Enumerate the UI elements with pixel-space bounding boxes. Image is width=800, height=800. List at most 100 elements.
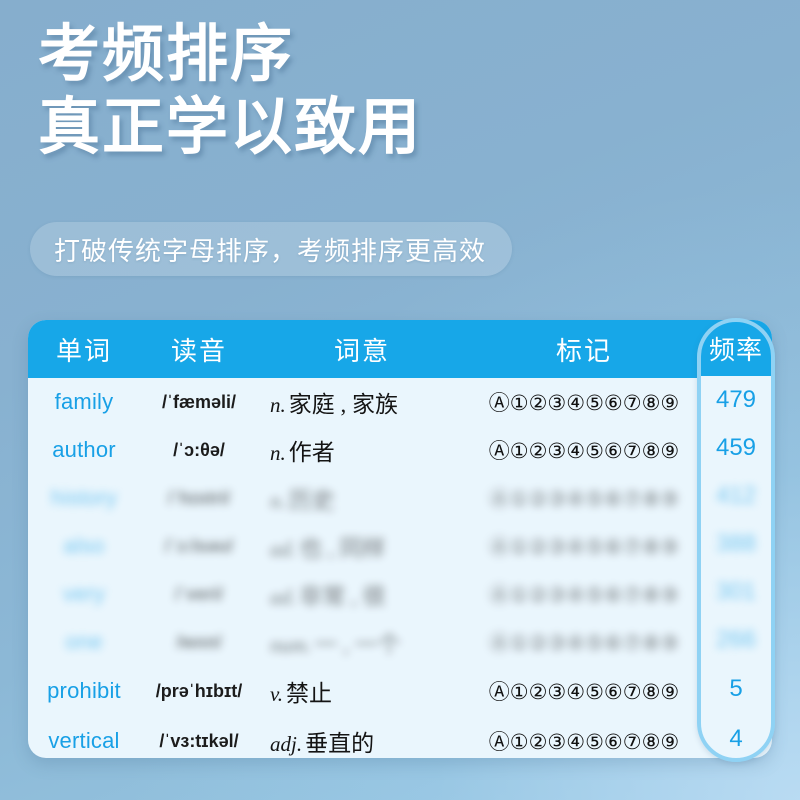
subtitle-text: 打破传统字母排序，考频排序更高效 — [54, 235, 487, 266]
table-header-row: 单词 读音 词意 标记 — [28, 320, 772, 378]
table-row: vertical/ˈvɜ:tɪkəl/adj. 垂直的 Ⓐ①②③④⑤⑥⑦⑧⑨ — [28, 716, 772, 758]
mark-circles: Ⓐ①②③④⑤⑥⑦⑧⑨ — [488, 439, 680, 463]
pronunciation-text: /prəˈhɪbɪt/ — [155, 680, 243, 701]
cell-pronunciation: /ˈvɜ:tɪkəl/ — [140, 731, 258, 752]
meaning-text: n. 历史 — [270, 488, 335, 513]
cell-mark: Ⓐ①②③④⑤⑥⑦⑧⑨ — [466, 483, 702, 513]
cell-word: vertical — [28, 728, 140, 754]
cell-mark: Ⓐ①②③④⑤⑥⑦⑧⑨ — [466, 387, 702, 417]
meaning-text: num. 一 , 一个 — [270, 632, 401, 657]
cell-word: one — [28, 629, 140, 655]
cell-meaning: n. 作者 — [258, 433, 466, 467]
word-text: author — [52, 437, 116, 462]
cell-pronunciation: /wʌn/ — [140, 632, 258, 653]
mark-circles: Ⓐ①②③④⑤⑥⑦⑧⑨ — [488, 535, 680, 559]
cell-pronunciation: /ˈfæməli/ — [140, 392, 258, 413]
meaning-chinese: 垂直的 — [305, 731, 375, 756]
meaning-chinese: 历史 — [288, 488, 335, 513]
cell-word: history — [28, 485, 140, 511]
cell-word: prohibit — [28, 678, 140, 704]
mark-circles: Ⓐ①②③④⑤⑥⑦⑧⑨ — [488, 680, 680, 704]
meaning-text: v. 禁止 — [270, 681, 332, 706]
pronunciation-text: /ˈɔ:lsəʊ/ — [164, 535, 234, 556]
table-row: one/wʌn/num. 一 , 一个 Ⓐ①②③④⑤⑥⑦⑧⑨ — [28, 618, 772, 666]
word-text: family — [54, 389, 114, 414]
word-text: history — [50, 485, 118, 510]
cell-word: family — [28, 389, 140, 415]
cell-pronunciation: /ˈhɪstri/ — [140, 488, 258, 509]
cell-mark: Ⓐ①②③④⑤⑥⑦⑧⑨ — [466, 726, 702, 756]
cell-word: very — [28, 581, 140, 607]
part-of-speech: n. — [270, 393, 286, 417]
cell-pronunciation: /ˈveri/ — [140, 584, 258, 605]
part-of-speech: v. — [270, 682, 284, 706]
cell-word: also — [28, 533, 140, 559]
mark-circles: Ⓐ①②③④⑤⑥⑦⑧⑨ — [488, 487, 680, 511]
pronunciation-text: /ˈfæməli/ — [161, 391, 236, 412]
table-row: very/ˈveri/ad. 非常 , 很 Ⓐ①②③④⑤⑥⑦⑧⑨ — [28, 570, 772, 618]
meaning-text: adj. 垂直的 — [270, 731, 374, 756]
table-row: also/ˈɔ:lsəʊ/ad. 也 , 同样 Ⓐ①②③④⑤⑥⑦⑧⑨ — [28, 522, 772, 570]
cell-mark: Ⓐ①②③④⑤⑥⑦⑧⑨ — [466, 676, 702, 706]
cell-pronunciation: /ˈɔ:lsəʊ/ — [140, 536, 258, 557]
cell-mark: Ⓐ①②③④⑤⑥⑦⑧⑨ — [466, 435, 702, 465]
cell-pronunciation: /prəˈhɪbɪt/ — [140, 681, 258, 702]
cell-mark: Ⓐ①②③④⑤⑥⑦⑧⑨ — [466, 531, 702, 561]
mark-circles: Ⓐ①②③④⑤⑥⑦⑧⑨ — [488, 391, 680, 415]
mark-circles: Ⓐ①②③④⑤⑥⑦⑧⑨ — [488, 631, 680, 655]
part-of-speech: n. — [270, 489, 286, 513]
cell-meaning: n. 历史 — [258, 481, 466, 515]
part-of-speech: num. — [270, 633, 312, 657]
cell-meaning: num. 一 , 一个 — [258, 625, 466, 659]
subtitle-badge: 打破传统字母排序，考频排序更高效 — [30, 222, 513, 276]
column-header-pronunciation: 读音 — [170, 335, 227, 366]
word-text: very — [62, 581, 106, 606]
meaning-chinese: 也 , 同样 — [299, 536, 386, 561]
cell-mark: Ⓐ①②③④⑤⑥⑦⑧⑨ — [466, 579, 702, 609]
word-text: prohibit — [47, 678, 121, 703]
column-header-mark: 标记 — [555, 335, 612, 366]
cell-meaning: ad. 也 , 同样 — [258, 529, 466, 563]
column-header-word: 单词 — [55, 335, 112, 366]
page-title: 考频排序 真正学以致用 — [38, 18, 738, 164]
mark-circles: Ⓐ①②③④⑤⑥⑦⑧⑨ — [488, 730, 680, 754]
pronunciation-text: /ˈhɪstri/ — [167, 487, 231, 508]
cell-meaning: n. 家庭 , 家族 — [258, 385, 466, 419]
meaning-chinese: 家庭 , 家族 — [288, 392, 398, 417]
headline-line-1: 考频排序 — [38, 20, 295, 89]
cell-mark: Ⓐ①②③④⑤⑥⑦⑧⑨ — [466, 627, 702, 657]
mark-circles: Ⓐ①②③④⑤⑥⑦⑧⑨ — [488, 583, 680, 607]
word-text: also — [63, 533, 105, 558]
promo-page: 考频排序 真正学以致用 打破传统字母排序，考频排序更高效 单词 读音 词意 标记… — [0, 0, 800, 800]
cell-meaning: ad. 非常 , 很 — [258, 577, 466, 611]
meaning-chinese: 禁止 — [286, 681, 333, 706]
cell-meaning: adj. 垂直的 — [258, 724, 466, 758]
meaning-text: ad. 非常 , 很 — [270, 584, 386, 609]
table-body: family/ˈfæməli/n. 家庭 , 家族 Ⓐ①②③④⑤⑥⑦⑧⑨ author… — [28, 378, 772, 758]
pronunciation-text: /ˈveri/ — [174, 583, 224, 604]
meaning-text: n. 家庭 , 家族 — [270, 392, 398, 417]
part-of-speech: adj. — [270, 732, 303, 756]
word-text: vertical — [48, 728, 120, 753]
headline-line-2: 真正学以致用 — [38, 93, 423, 163]
meaning-chinese: 一 , 一个 — [314, 632, 401, 657]
part-of-speech: ad. — [270, 537, 297, 561]
meaning-chinese: 作者 — [288, 440, 335, 465]
table-row: family/ˈfæməli/n. 家庭 , 家族 Ⓐ①②③④⑤⑥⑦⑧⑨ — [28, 378, 772, 426]
table-row: prohibit/prəˈhɪbɪt/v. 禁止 Ⓐ①②③④⑤⑥⑦⑧⑨ — [28, 666, 772, 716]
vocabulary-table: 单词 读音 词意 标记 family/ˈfæməli/n. 家庭 , 家族 Ⓐ①②③… — [28, 320, 772, 758]
part-of-speech: n. — [270, 441, 286, 465]
pronunciation-text: /ˈɔ:θə/ — [173, 439, 225, 460]
pronunciation-text: /wʌn/ — [176, 631, 222, 652]
table-row: author/ˈɔ:θə/n. 作者 Ⓐ①②③④⑤⑥⑦⑧⑨ — [28, 426, 772, 474]
meaning-chinese: 非常 , 很 — [299, 584, 386, 609]
pronunciation-text: /ˈvɜ:tɪkəl/ — [159, 730, 239, 751]
column-header-meaning: 词意 — [333, 335, 390, 366]
cell-word: author — [28, 437, 140, 463]
part-of-speech: ad. — [270, 585, 297, 609]
meaning-text: ad. 也 , 同样 — [270, 536, 386, 561]
meaning-text: n. 作者 — [270, 440, 335, 465]
word-text: one — [65, 629, 103, 654]
cell-pronunciation: /ˈɔ:θə/ — [140, 440, 258, 461]
table-row: history/ˈhɪstri/n. 历史 Ⓐ①②③④⑤⑥⑦⑧⑨ — [28, 474, 772, 522]
